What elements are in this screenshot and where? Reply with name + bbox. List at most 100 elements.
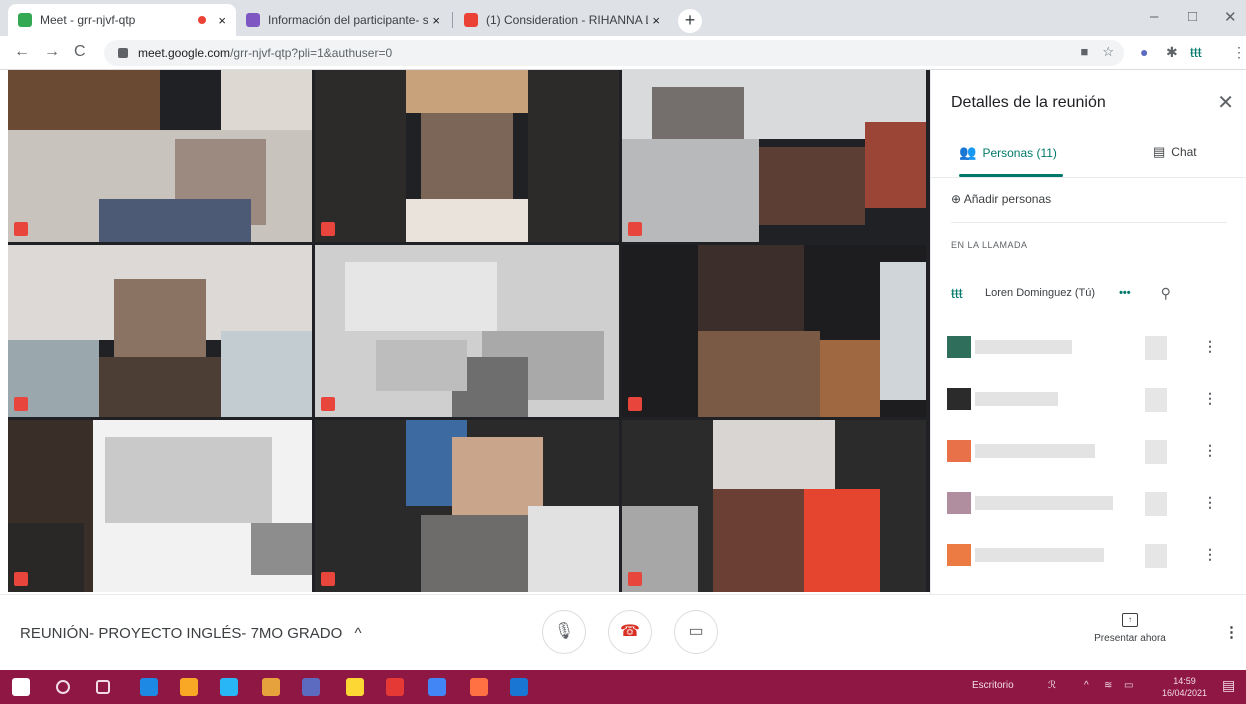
wifi-icon[interactable]: ≋ (1104, 680, 1112, 691)
extension-icon[interactable]: ● (1140, 44, 1148, 60)
windows-start-icon[interactable] (12, 678, 30, 696)
word-icon[interactable] (470, 678, 488, 696)
paint-icon[interactable] (262, 678, 280, 696)
address-bar[interactable]: meet.google.com/grr-njvf-qtp?pli=1&authu… (104, 40, 1124, 66)
camera-button[interactable]: ▭ (674, 610, 718, 654)
extensions-puzzle-icon[interactable]: ✱ (1166, 44, 1178, 61)
file-explorer-icon[interactable] (386, 678, 404, 696)
mic-status-blurred (1145, 492, 1167, 516)
close-tab-icon[interactable]: × (652, 13, 660, 28)
participant-video-tile[interactable] (8, 420, 312, 592)
meeting-title-button[interactable]: REUNIÓN- PROYECTO INGLÉS- 7MO GRADO ^ (20, 625, 361, 642)
forward-icon[interactable]: → (44, 43, 60, 61)
mail-icon[interactable] (220, 678, 238, 696)
tab-people-label: Personas (11) (982, 145, 1057, 160)
camera-indicator-icon[interactable]: ■ (1080, 44, 1088, 60)
tab-participant-info[interactable]: Información del participante- sé × (236, 4, 450, 36)
bookmark-star-icon[interactable]: ☆ (1102, 44, 1114, 60)
edge-browser-icon[interactable] (140, 678, 158, 696)
present-now-label: Presentar ahora (1094, 633, 1166, 644)
participant-video-tile[interactable] (622, 70, 926, 242)
participant-row[interactable]: ⋮ (947, 384, 1237, 414)
tab-meet[interactable]: Meet - grr-njvf-qtp × (8, 4, 236, 36)
minimize-icon[interactable]: – (1150, 8, 1158, 25)
close-tab-icon[interactable]: × (218, 13, 226, 28)
end-call-button[interactable]: ☎ (608, 610, 652, 654)
tab-people[interactable]: 👥 Personas (11) (959, 144, 1057, 161)
participant-video-tile[interactable] (622, 245, 926, 417)
video-pixel-block (375, 339, 467, 392)
back-icon[interactable]: ← (14, 43, 30, 61)
video-pixel-block (819, 339, 881, 417)
video-pixel-block (114, 279, 206, 357)
browser-menu-icon[interactable]: ⋮ (1232, 44, 1246, 61)
video-pixel-block (99, 199, 252, 242)
present-now-button[interactable]: ↑ Presentar ahora (1090, 613, 1170, 644)
participant-row[interactable]: ⋮ (947, 436, 1237, 466)
add-person-icon: ⊕ (951, 192, 962, 206)
tab-youtube[interactable]: (1) Consideration - RIHANNA LY × (454, 4, 670, 36)
add-people-button[interactable]: ⊕ Añadir personas (951, 192, 1051, 206)
notifications-icon[interactable]: ▤ (1222, 677, 1235, 694)
tab-chat-label: Chat (1171, 145, 1197, 159)
tray-chevron-icon[interactable]: ^ (1084, 680, 1089, 691)
maximize-icon[interactable]: □ (1188, 8, 1197, 25)
video-pixel-block (713, 488, 805, 592)
panel-title: Detalles de la reunión (951, 94, 1106, 111)
close-tab-icon[interactable]: × (432, 13, 440, 28)
task-view-icon[interactable] (96, 680, 110, 694)
microphone-button[interactable]: 🎙 (542, 610, 586, 654)
participant-more-icon[interactable]: ⋮ (1203, 494, 1217, 511)
browser-toolbar: ← → C meet.google.com/grr-njvf-qtp?pli=1… (0, 36, 1246, 70)
mic-status-blurred (1145, 440, 1167, 464)
chevron-up-icon: ^ (354, 625, 362, 642)
participant-row[interactable]: ⋮ (947, 540, 1237, 570)
participant-more-icon[interactable]: ⋮ (1203, 338, 1217, 355)
participant-video-tile[interactable] (315, 70, 619, 242)
video-pixel-block (105, 437, 273, 524)
participant-more-icon[interactable]: ⋮ (1203, 390, 1217, 407)
chrome-icon[interactable] (428, 678, 446, 696)
participant-video-tile[interactable] (315, 245, 619, 417)
video-pixel-block (315, 70, 407, 242)
pinned-app-icon[interactable] (346, 678, 364, 696)
video-pixel-block (345, 262, 498, 331)
reload-icon[interactable]: C (74, 43, 86, 61)
people-icon: 👥 (959, 144, 977, 160)
system-clock[interactable]: 14:59 16/04/2021 (1162, 675, 1207, 699)
muted-mic-icon (321, 397, 335, 411)
participant-name-blurred (975, 444, 1095, 458)
omnibox-icons: ■ ☆ (1080, 44, 1114, 60)
store-icon[interactable] (180, 678, 198, 696)
tab-chat[interactable]: ▤ Chat (1153, 144, 1197, 160)
close-panel-icon[interactable]: ✕ (1217, 90, 1234, 115)
participant-more-icon[interactable]: ⋮ (1203, 546, 1217, 563)
participant-more-icon[interactable]: ⋮ (1203, 442, 1217, 459)
search-icon[interactable] (56, 680, 70, 694)
avatar-icon: ŧŧŧ (951, 285, 963, 301)
participant-row[interactable]: ⋮ (947, 332, 1237, 362)
desktop-toolbar-label[interactable]: Escritorio (972, 680, 1014, 691)
people-tray-icon[interactable]: ℛ (1048, 680, 1056, 691)
video-pixel-block (622, 138, 759, 242)
participant-row[interactable]: ⋮ (947, 488, 1237, 518)
more-options-icon[interactable]: ⋮ (1224, 623, 1239, 641)
participant-row-self[interactable]: ŧŧŧ Loren Dominguez (Tú) ••• ⚲ (951, 280, 1235, 306)
video-pixel-block (865, 121, 926, 208)
participant-video-tile[interactable] (622, 420, 926, 592)
muted-mic-icon (14, 572, 28, 586)
camera-icon: ▭ (688, 623, 704, 640)
battery-icon[interactable]: ▭ (1124, 680, 1133, 691)
pin-icon[interactable]: ⚲ (1161, 285, 1171, 302)
participant-video-tile[interactable] (315, 420, 619, 592)
media-icon[interactable] (302, 678, 320, 696)
video-pixel-block (451, 437, 543, 515)
participant-video-tile[interactable] (8, 70, 312, 242)
profile-avatar-icon[interactable]: ŧŧŧ (1190, 44, 1202, 60)
participant-name-blurred (975, 496, 1113, 510)
participant-video-tile[interactable] (8, 245, 312, 417)
close-window-icon[interactable]: ✕ (1224, 8, 1237, 26)
powerpoint-icon[interactable] (510, 678, 528, 696)
clock-time: 14:59 (1173, 676, 1196, 686)
new-tab-button[interactable]: + (678, 9, 702, 33)
